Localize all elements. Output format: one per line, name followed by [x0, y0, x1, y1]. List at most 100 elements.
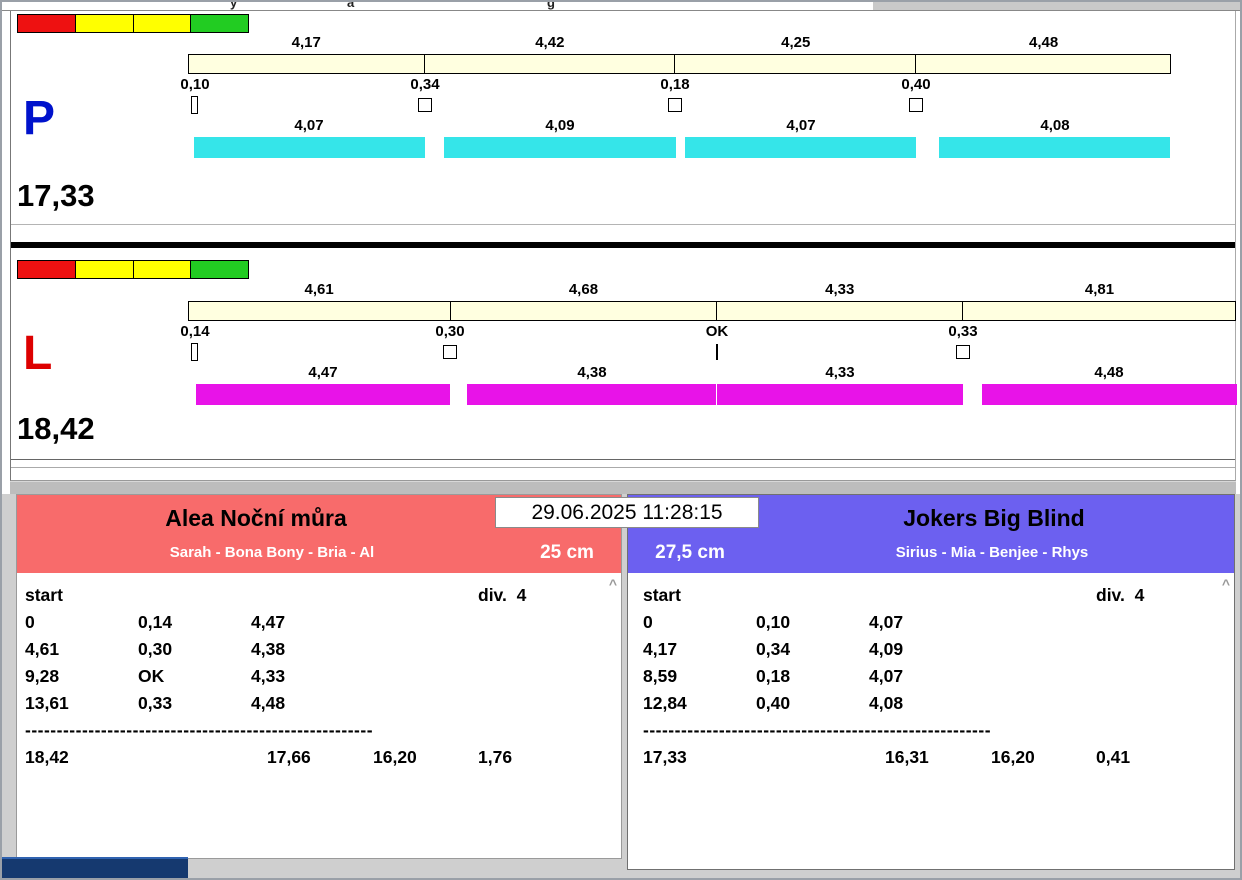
changeover-marker: [418, 98, 432, 112]
timing-lanes-section: 4,17 4,42 4,25 4,48 0,10 0,34 0,18 0,40 …: [10, 11, 1236, 481]
total-time-cell: 0,41: [1096, 747, 1234, 768]
changeover-marker: [956, 345, 970, 359]
table-row: 4,17 0,34 4,09: [643, 639, 1234, 666]
division-label: div. 4: [478, 585, 621, 606]
time-cell: 0,10: [756, 612, 869, 633]
split-times-row: 4,17 4,42 4,25 4,48: [188, 34, 1171, 52]
time-cell: 0,34: [756, 639, 869, 660]
dog-time-label: 4,09: [545, 117, 574, 134]
changeover-time-label: 0,18: [660, 76, 689, 93]
results-text-area[interactable]: start div. 4 0 0,14 4,47 4,61 0,30 4,38 …: [17, 573, 621, 858]
time-cell: 0,30: [138, 639, 251, 660]
dog-time-bar: [685, 137, 916, 158]
lane-l-panel: 4,61 4,68 4,33 4,81 0,14 0,30 OK 0,33 4,…: [11, 248, 1235, 460]
split-time-label: 4,42: [425, 34, 676, 52]
scroll-up-icon[interactable]: ^: [609, 577, 617, 591]
time-cell: 4,17: [643, 639, 756, 660]
table-row: 13,61 0,33 4,48: [25, 693, 621, 720]
traffic-light-green-segment: [191, 15, 248, 32]
results-section: Alea Noční můra Sarah - Bona Bony - Bria…: [2, 494, 1242, 880]
total-time-cell: 16,20: [991, 747, 1096, 768]
separator-row: ----------------------------------------…: [25, 720, 621, 747]
dog-time-bar: [717, 384, 963, 405]
time-cell: 4,61: [25, 639, 138, 660]
dog-time-bar: [939, 137, 1170, 158]
time-cell: 0,40: [756, 693, 869, 714]
traffic-light-green-segment: [191, 261, 248, 278]
traffic-light-yellow-segment: [76, 15, 134, 32]
table-row: 8,59 0,18 4,07: [643, 666, 1234, 693]
dog-time-bar: [444, 137, 676, 158]
total-time-cell: 18,42: [25, 747, 138, 768]
results-text-area[interactable]: start div. 4 0 0,10 4,07 4,17 0,34 4,09 …: [628, 573, 1234, 869]
total-time-cell: 17,66: [251, 747, 373, 768]
time-cell: OK: [138, 666, 251, 687]
split-bar-segment: [189, 302, 451, 320]
team-subheader: Sarah - Bona Bony - Bria - Al 25 cm: [17, 538, 621, 573]
team-subheader: 27,5 cm Sirius - Mia - Benjee - Rhys: [628, 538, 1234, 573]
time-cell: 4,48: [251, 693, 373, 714]
separator-dashes: ----------------------------------------…: [25, 720, 478, 741]
total-time-cell: 17,33: [643, 747, 756, 768]
time-cell: 0,18: [756, 666, 869, 687]
team-panel-right: Jokers Big Blind 27,5 cm Sirius - Mia - …: [627, 494, 1235, 870]
split-time-label: 4,81: [963, 281, 1236, 299]
time-cell: 0: [25, 612, 138, 633]
time-cell: 4,09: [869, 639, 991, 660]
changeover-time-label: 0,40: [901, 76, 930, 93]
split-time-label: 4,33: [717, 281, 963, 299]
time-cell: 4,47: [251, 612, 373, 633]
lane-total-time: 18,42: [17, 413, 95, 444]
traffic-light-yellow-segment: [134, 261, 192, 278]
dog-time-label: 4,08: [1040, 117, 1069, 134]
clipped-toolbar-text: a: [347, 2, 354, 10]
start-label: start: [643, 585, 756, 606]
split-time-label: 4,25: [675, 34, 916, 52]
dog-time-bar: [467, 384, 716, 405]
traffic-light: [17, 260, 249, 279]
changeover-time-label: 0,14: [180, 323, 209, 340]
lane-letter: P: [23, 95, 55, 143]
split-bar-segment: [916, 55, 1170, 73]
split-bar-segment: [425, 55, 675, 73]
lane-p-panel: 4,17 4,42 4,25 4,48 0,10 0,34 0,18 0,40 …: [11, 11, 1235, 242]
time-cell: 8,59: [643, 666, 756, 687]
dog-time-label: 4,07: [294, 117, 323, 134]
dog-time-label: 4,47: [308, 364, 337, 381]
traffic-light-yellow-segment: [134, 15, 192, 32]
separator-dashes: ----------------------------------------…: [643, 720, 1096, 741]
table-header-row: start div. 4: [643, 585, 1234, 612]
scroll-up-icon[interactable]: ^: [1222, 577, 1230, 591]
changeover-marker: [668, 98, 682, 112]
split-time-label: 4,61: [188, 281, 450, 299]
dog-time-label: 4,33: [825, 364, 854, 381]
changeover-time-label: 0,10: [180, 76, 209, 93]
time-cell: 0,33: [138, 693, 251, 714]
team-dogs: Sarah - Bona Bony - Bria - Al: [17, 544, 527, 561]
total-time-cell: 16,31: [869, 747, 991, 768]
dog-time-label: 4,48: [1094, 364, 1123, 381]
bottom-left-window-fragment[interactable]: [2, 857, 188, 880]
time-cell: 9,28: [25, 666, 138, 687]
changeover-time-label: 0,34: [410, 76, 439, 93]
start-marker: [191, 343, 198, 361]
total-time-cell: 1,76: [478, 747, 621, 768]
table-row: 12,84 0,40 4,08: [643, 693, 1234, 720]
split-progress-bar: [188, 301, 1236, 321]
time-cell: 4,33: [251, 666, 373, 687]
split-bar-segment: [717, 302, 963, 320]
ok-changeover-tick: [716, 344, 718, 360]
jump-height-badge: 27,5 cm: [638, 542, 742, 564]
traffic-light-yellow-segment: [76, 261, 134, 278]
changeover-marker: [443, 345, 457, 359]
app-window: ý a g 4,17 4,42 4,25 4,48: [0, 0, 1242, 880]
time-cell: 13,61: [25, 693, 138, 714]
table-row: 0 0,10 4,07: [643, 612, 1234, 639]
start-marker: [191, 96, 198, 114]
divider-line: [11, 224, 1235, 225]
datetime-display: 29.06.2025 11:28:15: [495, 497, 759, 528]
changeover-time-label: 0,33: [948, 323, 977, 340]
totals-row: 18,42 17,66 16,20 1,76: [25, 747, 621, 774]
time-cell: 4,38: [251, 639, 373, 660]
toolbar-gray-area: [873, 2, 1240, 11]
